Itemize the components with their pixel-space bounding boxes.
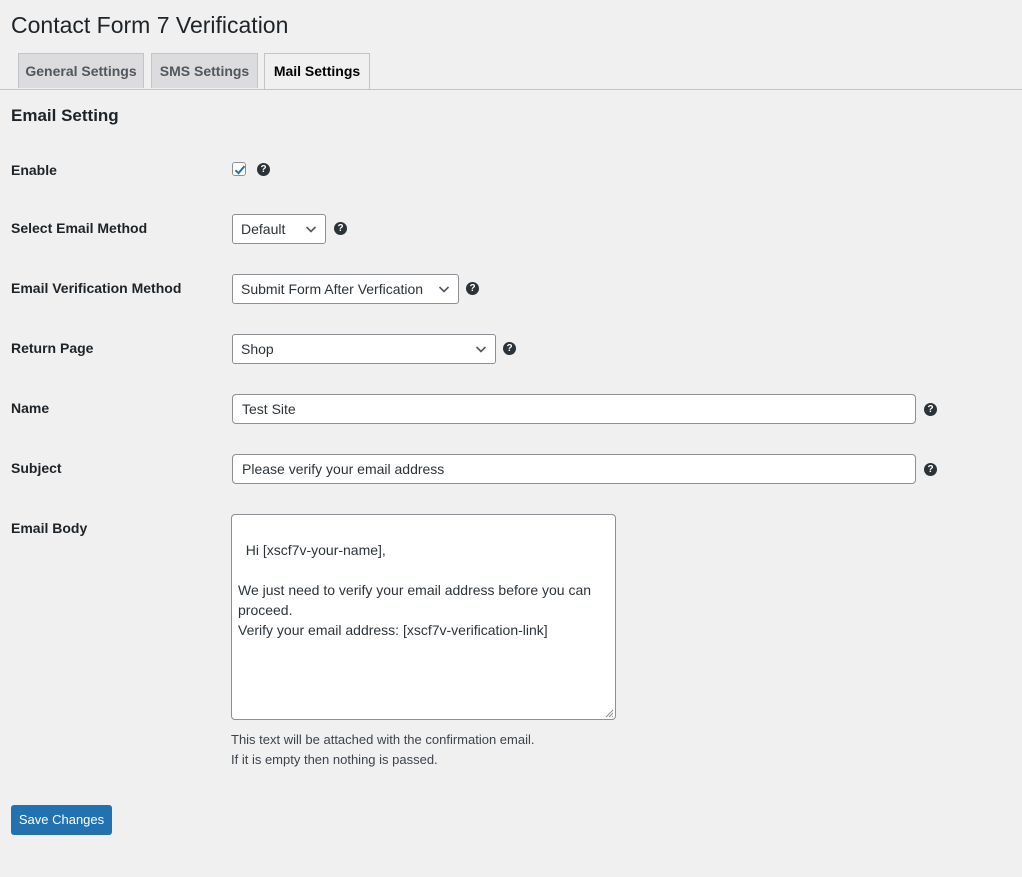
save-changes-button[interactable]: Save Changes <box>11 805 112 835</box>
enable-label: Enable <box>11 162 57 178</box>
help-icon[interactable]: ? <box>924 403 937 416</box>
email-body-text: Hi [xscf7v-your-name], We just need to v… <box>238 542 592 638</box>
verification-method-label: Email Verification Method <box>11 280 182 296</box>
subject-label: Subject <box>11 460 62 476</box>
enable-checkbox[interactable] <box>232 162 246 176</box>
verification-method-value: Submit Form After Verfication <box>241 281 424 297</box>
email-body-description: If it is empty then nothing is passed. <box>231 752 438 767</box>
chevron-down-icon <box>305 226 317 233</box>
email-method-value: Default <box>241 221 286 237</box>
resize-grip-icon[interactable] <box>605 709 614 718</box>
name-label: Name <box>11 400 50 416</box>
email-body-label: Email Body <box>11 520 88 536</box>
settings-tabs: General Settings SMS Settings Mail Setti… <box>0 53 1022 90</box>
help-icon[interactable]: ? <box>334 222 347 235</box>
help-icon[interactable]: ? <box>466 282 479 295</box>
help-icon[interactable]: ? <box>503 342 516 355</box>
tab-general-settings[interactable]: General Settings <box>18 53 144 88</box>
checkmark-icon <box>234 165 246 175</box>
help-icon[interactable]: ? <box>924 463 937 476</box>
section-title: Email Setting <box>11 106 119 125</box>
verification-method-select[interactable]: Submit Form After Verfication <box>232 274 459 304</box>
tab-sms-settings[interactable]: SMS Settings <box>151 53 258 88</box>
return-page-select[interactable]: Shop <box>232 334 496 364</box>
help-icon[interactable]: ? <box>257 163 270 176</box>
subject-input[interactable]: Please verify your email address <box>232 454 916 484</box>
tab-mail-settings[interactable]: Mail Settings <box>264 53 370 89</box>
email-body-description: This text will be attached with the conf… <box>231 732 535 747</box>
page-title: Contact Form 7 Verification <box>11 12 289 38</box>
email-method-label: Select Email Method <box>11 220 148 236</box>
email-method-select[interactable]: Default <box>232 214 326 244</box>
email-body-textarea[interactable]: Hi [xscf7v-your-name], We just need to v… <box>231 514 616 720</box>
name-input[interactable]: Test Site <box>232 394 916 424</box>
chevron-down-icon <box>438 286 450 293</box>
chevron-down-icon <box>475 346 487 353</box>
return-page-label: Return Page <box>11 340 94 356</box>
return-page-value: Shop <box>241 341 274 357</box>
